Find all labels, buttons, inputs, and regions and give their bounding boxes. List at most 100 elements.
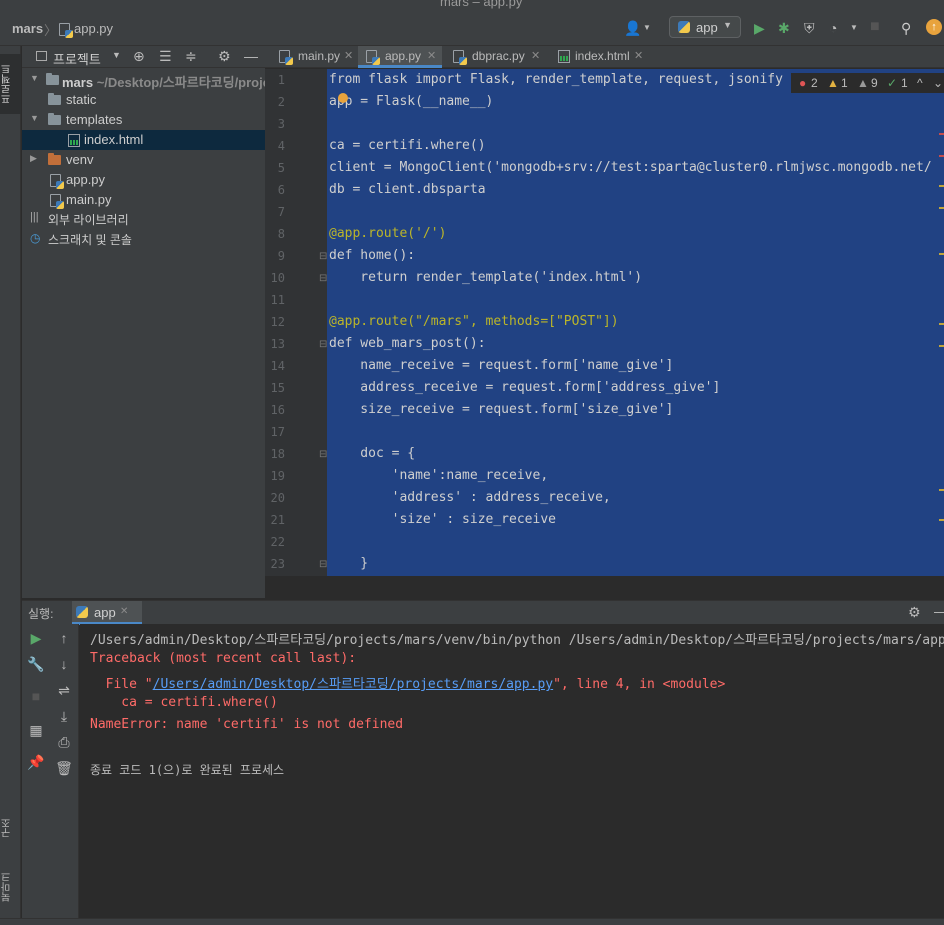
tab-index-html[interactable]: index.html ✕ — [548, 46, 648, 68]
error-stripe-mark[interactable] — [939, 155, 944, 157]
chevron-right-icon[interactable]: ▶ — [30, 153, 37, 164]
wrench-icon[interactable]: 🔧 — [22, 656, 50, 673]
close-icon[interactable]: ✕ — [427, 49, 436, 62]
tab-app-py[interactable]: app.py ✕ — [358, 46, 442, 68]
code-line[interactable]: def home(): — [329, 248, 415, 263]
console-file-link[interactable]: /Users/admin/Desktop/스파르타코딩/projects/mar… — [153, 677, 553, 692]
pin-icon[interactable]: 📌 — [22, 754, 50, 771]
tree-row-external-libraries[interactable]: ||| 외부 라이브러리 — [22, 209, 265, 229]
chevron-down-icon[interactable]: ▼ — [30, 73, 39, 83]
run-console[interactable]: /Users/admin/Desktop/스파르타코딩/projects/mar… — [80, 624, 944, 918]
line-number-gutter[interactable]: 1 2 3 4 5 6 7 8 9 10 11 12 13 14 15 16 1… — [265, 69, 327, 576]
profile-icon[interactable]: ◔ — [829, 20, 837, 36]
chevron-up-icon[interactable]: ^ — [917, 76, 923, 90]
code-line[interactable]: def web_mars_post(): — [329, 336, 486, 351]
typo-count: 1 — [901, 76, 908, 90]
warning-icon: ▲ — [827, 76, 839, 90]
collapse-all-icon[interactable]: ≑ — [185, 48, 197, 65]
code-line[interactable]: name_receive = request.form['name_give'] — [329, 358, 673, 373]
error-stripe-mark[interactable] — [939, 133, 944, 135]
intention-bulb-icon[interactable] — [338, 93, 348, 103]
code-line[interactable]: from flask import Flask, render_template… — [329, 72, 783, 87]
rerun-icon[interactable]: ▶ — [22, 630, 50, 647]
arrow-up-icon[interactable]: ↑ — [50, 630, 78, 646]
code-line[interactable]: @app.route("/mars", methods=["POST"]) — [329, 314, 619, 329]
inspections-widget[interactable]: ● 2 ▲ 1 ▲ 9 ✓ 1 ^ ⌄ — [791, 73, 944, 93]
tab-label: index.html — [575, 49, 630, 63]
warning-stripe-mark[interactable] — [939, 207, 944, 209]
warning-stripe-mark[interactable] — [939, 519, 944, 521]
run-configuration-select[interactable]: app ▼ — [669, 16, 741, 38]
python-file-icon — [50, 174, 64, 189]
project-panel-title[interactable]: 프로젝트 — [53, 49, 101, 68]
warning-stripe-mark[interactable] — [939, 185, 944, 187]
tab-main-py[interactable]: main.py ✕ — [271, 46, 355, 68]
search-icon[interactable]: ⚲ — [901, 20, 911, 37]
gear-icon[interactable]: ⚙ — [908, 604, 921, 621]
tree-row-app-py[interactable]: app.py — [22, 170, 265, 190]
console-code-line: ca = certifi.where() — [90, 695, 278, 710]
tree-row-static[interactable]: static — [22, 90, 265, 110]
close-icon[interactable]: ✕ — [344, 49, 353, 62]
warning-stripe-mark[interactable] — [939, 345, 944, 347]
warning-stripe-mark[interactable] — [939, 489, 944, 491]
arrow-down-icon[interactable]: ↓ — [50, 656, 78, 672]
user-chevron-icon[interactable]: ▼ — [643, 23, 651, 32]
layout-icon[interactable]: ▦ — [22, 722, 50, 739]
code-editor[interactable]: from flask import Flask, render_template… — [327, 69, 944, 576]
tool-tab-structure[interactable]: 구조 — [0, 808, 21, 848]
code-line[interactable]: db = client.dbsparta — [329, 182, 486, 197]
code-line[interactable]: doc = { — [329, 446, 415, 461]
run-tab-app[interactable]: app ✕ — [72, 601, 142, 625]
code-line[interactable]: size_receive = request.form['size_give'] — [329, 402, 673, 417]
gear-icon[interactable]: ⚙ — [218, 48, 231, 65]
scroll-to-end-icon[interactable]: ⤓ — [50, 708, 78, 725]
tool-tab-bookmarks[interactable]: 북마크 — [0, 862, 21, 912]
breadcrumb-project[interactable]: mars — [12, 21, 43, 36]
breadcrumb-file[interactable]: app.py — [74, 21, 113, 36]
update-icon[interactable]: ↑ — [926, 19, 942, 35]
code-line[interactable]: 'size' : size_receive — [329, 512, 556, 527]
stop-icon[interactable]: ■ — [870, 18, 880, 36]
code-line[interactable]: return render_template('index.html') — [329, 270, 642, 285]
code-line[interactable]: @app.route('/') — [329, 226, 446, 241]
left-tool-strip: 프로젝트 구조 북마크 — [0, 46, 21, 925]
tree-row-index-html[interactable]: index.html — [22, 130, 265, 150]
trash-icon[interactable]: 🗑 — [50, 760, 78, 777]
user-icon[interactable]: 👤 — [624, 20, 641, 37]
print-icon[interactable]: ⎙ — [50, 734, 78, 751]
debug-icon[interactable]: ✱ — [778, 20, 790, 37]
code-line[interactable]: 'name':name_receive, — [329, 468, 549, 483]
more-run-chevron-icon[interactable]: ▼ — [850, 23, 858, 32]
locate-file-icon[interactable]: ⊕ — [133, 48, 145, 65]
line-number: 14 — [270, 359, 285, 373]
tree-row-templates[interactable]: ▼ templates — [22, 110, 265, 130]
tree-row-scratches[interactable]: ◷ 스크래치 및 콘솔 — [22, 229, 265, 249]
code-line[interactable]: 'address' : address_receive, — [329, 490, 611, 505]
tree-row-main-py[interactable]: main.py — [22, 190, 265, 210]
code-line[interactable]: address_receive = request.form['address_… — [329, 380, 720, 395]
tree-row-venv[interactable]: ▶ venv — [22, 150, 265, 170]
chevron-down-icon[interactable]: ▼ — [112, 50, 121, 60]
expand-all-icon[interactable]: ☰ — [159, 48, 172, 65]
hide-panel-icon[interactable]: — — [244, 48, 258, 64]
code-line[interactable]: app = Flask(__name__) — [329, 94, 493, 109]
close-icon[interactable]: ✕ — [120, 606, 128, 617]
stop-icon[interactable]: ■ — [22, 688, 50, 704]
chevron-down-icon[interactable]: ⌄ — [933, 76, 943, 90]
code-line[interactable]: ca = certifi.where() — [329, 138, 486, 153]
close-icon[interactable]: ✕ — [531, 49, 540, 62]
chevron-down-icon[interactable]: ▼ — [30, 113, 39, 123]
coverage-icon[interactable]: ⛨ — [804, 20, 815, 37]
run-icon[interactable]: ▶ — [754, 20, 765, 37]
soft-wrap-icon[interactable]: ⇌ — [50, 682, 78, 699]
tool-tab-project[interactable]: 프로젝트 — [0, 54, 21, 114]
tree-row-root[interactable]: ▼ mars ~/Desktop/스파르타코딩/project — [22, 70, 265, 90]
code-line[interactable]: } — [329, 556, 368, 571]
close-icon[interactable]: ✕ — [634, 49, 643, 62]
tab-dbprac-py[interactable]: dbprac.py ✕ — [445, 46, 545, 68]
warning-stripe-mark[interactable] — [939, 253, 944, 255]
code-line[interactable]: client = MongoClient('mongodb+srv://test… — [329, 160, 932, 175]
hide-panel-icon[interactable]: — — [934, 603, 944, 619]
warning-stripe-mark[interactable] — [939, 323, 944, 325]
